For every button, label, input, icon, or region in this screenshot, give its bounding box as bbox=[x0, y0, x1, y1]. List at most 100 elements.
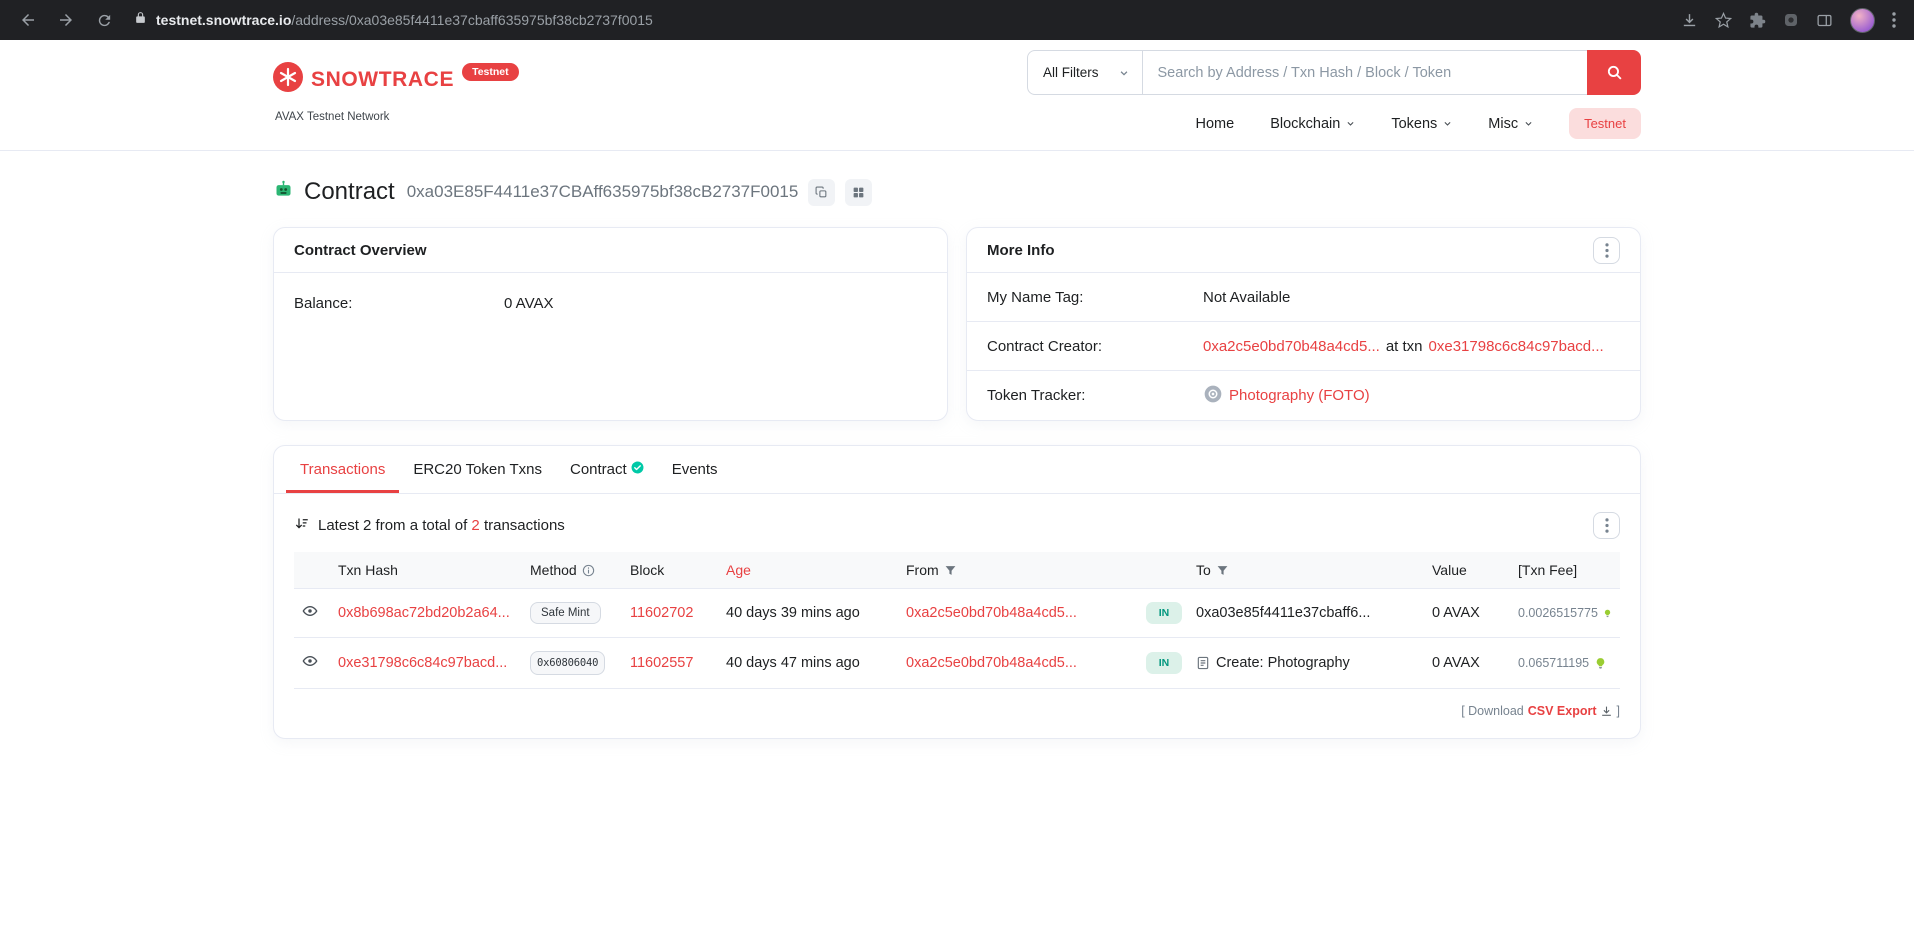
to-address: 0xa03e85f4411e37cbaff6... bbox=[1196, 605, 1370, 621]
balance-row: Balance: 0 AVAX bbox=[294, 295, 927, 312]
value-cell: 0 AVAX bbox=[1432, 605, 1480, 621]
browser-menu-icon[interactable] bbox=[1892, 12, 1896, 28]
csv-export-link[interactable]: CSV Export bbox=[1528, 704, 1613, 718]
browser-back-icon[interactable] bbox=[14, 6, 42, 34]
block-link[interactable]: 11602702 bbox=[630, 605, 693, 621]
txn-fee: 0.0026515775 bbox=[1518, 606, 1598, 620]
age-value: 40 days 47 mins ago bbox=[726, 655, 860, 671]
value-cell: 0 AVAX bbox=[1432, 655, 1480, 671]
browser-forward-icon[interactable] bbox=[52, 6, 80, 34]
col-to: To bbox=[1188, 552, 1424, 589]
kebab-menu-icon bbox=[1605, 243, 1609, 258]
txn-hash-link[interactable]: 0x8b698ac72bd20b2a64... bbox=[338, 605, 510, 621]
snowtrace-logo-icon bbox=[273, 62, 303, 97]
table-menu-button[interactable] bbox=[1593, 512, 1620, 539]
col-txn-fee: [Txn Fee] bbox=[1510, 552, 1620, 589]
filter-icon[interactable] bbox=[1216, 564, 1229, 577]
method-badge: 0x60806040 bbox=[530, 651, 605, 675]
contract-creator-row: Contract Creator: 0xa2c5e0bd70b48a4cd5..… bbox=[967, 322, 1640, 371]
url-path: /address/0xa03e85f4411e37cbaff635975bf38… bbox=[291, 12, 652, 28]
tab-erc20-token-txns[interactable]: ERC20 Token Txns bbox=[399, 446, 556, 493]
preview-txn-button[interactable] bbox=[302, 603, 318, 619]
bookmark-star-icon[interactable] bbox=[1715, 12, 1732, 29]
age-value: 40 days 39 mins ago bbox=[726, 605, 860, 621]
creator-address-link[interactable]: 0xa2c5e0bd70b48a4cd5... bbox=[1203, 338, 1380, 355]
transactions-card: Transactions ERC20 Token Txns Contract E… bbox=[273, 445, 1641, 739]
extension-icon-2[interactable] bbox=[1783, 12, 1799, 28]
testnet-network-button[interactable]: Testnet bbox=[1569, 108, 1641, 139]
search-bar: All Filters bbox=[1027, 50, 1641, 95]
copy-icon bbox=[815, 186, 828, 199]
contract-doc-icon bbox=[1196, 656, 1210, 670]
eye-icon bbox=[302, 603, 318, 619]
table-row: 0x8b698ac72bd20b2a64... Safe Mint 116027… bbox=[294, 589, 1620, 638]
col-block: Block bbox=[622, 552, 718, 589]
browser-reload-icon[interactable] bbox=[90, 6, 118, 34]
from-address-link[interactable]: 0xa2c5e0bd70b48a4cd5... bbox=[906, 655, 1077, 671]
address-bar[interactable]: testnet.snowtrace.io/address/0xa03e85f44… bbox=[134, 11, 1681, 29]
profile-avatar[interactable] bbox=[1850, 8, 1875, 33]
search-button[interactable] bbox=[1587, 50, 1641, 95]
chevron-down-icon bbox=[1524, 119, 1533, 128]
contract-creator-label: Contract Creator: bbox=[987, 338, 1203, 355]
side-panel-icon[interactable] bbox=[1816, 12, 1833, 29]
txn-fee: 0.065711195 bbox=[1518, 656, 1589, 670]
from-address-link[interactable]: 0xa2c5e0bd70b48a4cd5... bbox=[906, 605, 1077, 621]
all-filters-select[interactable]: All Filters bbox=[1027, 50, 1143, 95]
nav-item-misc[interactable]: Misc bbox=[1488, 116, 1533, 132]
main-content: Contract 0xa03E85F4411e37CBAff635975bf38… bbox=[273, 178, 1641, 739]
preview-txn-button[interactable] bbox=[302, 653, 318, 669]
more-info-card-title: More Info bbox=[987, 242, 1055, 259]
method-badge: Safe Mint bbox=[530, 602, 601, 624]
page-title: Contract bbox=[304, 178, 395, 206]
eye-icon bbox=[302, 653, 318, 669]
gas-bulb-icon bbox=[1603, 607, 1612, 620]
extension-icon-1[interactable] bbox=[1749, 12, 1766, 29]
brand-testnet-badge: Testnet bbox=[462, 63, 519, 81]
tx-summary-text: Latest 2 from a total of 2 transactions bbox=[318, 517, 565, 534]
token-tracker-link[interactable]: Photography (FOTO) bbox=[1229, 387, 1370, 404]
tab-bar: Transactions ERC20 Token Txns Contract E… bbox=[274, 446, 1640, 494]
filter-icon[interactable] bbox=[944, 564, 957, 577]
to-contract-name: Create: Photography bbox=[1216, 655, 1350, 671]
url-domain: testnet.snowtrace.io bbox=[156, 12, 291, 28]
tab-events[interactable]: Events bbox=[658, 446, 732, 493]
txn-hash-link[interactable]: 0xe31798c6c84c97bacd... bbox=[338, 655, 507, 671]
nav-item-tokens[interactable]: Tokens bbox=[1391, 116, 1452, 132]
tab-transactions[interactable]: Transactions bbox=[286, 446, 399, 493]
token-tracker-label: Token Tracker: bbox=[987, 387, 1203, 404]
grid-icon bbox=[852, 186, 865, 199]
browser-chrome: testnet.snowtrace.io/address/0xa03e85f44… bbox=[0, 0, 1914, 40]
col-preview bbox=[294, 552, 330, 589]
contract-icon bbox=[273, 179, 294, 205]
search-icon bbox=[1606, 64, 1623, 81]
gas-bulb-icon bbox=[1594, 657, 1607, 670]
creation-txn-link[interactable]: 0xe31798c6c84c97bacd... bbox=[1429, 338, 1604, 355]
copy-address-button[interactable] bbox=[808, 179, 835, 206]
nav-item-home[interactable]: Home bbox=[1196, 116, 1235, 132]
col-from: From bbox=[898, 552, 1138, 589]
tab-contract[interactable]: Contract bbox=[556, 446, 658, 493]
csv-suffix: ] bbox=[1617, 704, 1620, 718]
chevron-down-icon bbox=[1443, 119, 1452, 128]
more-info-menu-button[interactable] bbox=[1593, 237, 1620, 264]
block-link[interactable]: 11602557 bbox=[630, 655, 693, 671]
more-info-card: More Info My Name Tag: Not Available Con… bbox=[966, 227, 1641, 421]
sort-icon[interactable] bbox=[294, 516, 309, 535]
col-txn-hash: Txn Hash bbox=[330, 552, 522, 589]
age-sort-link[interactable]: Age bbox=[726, 562, 751, 578]
download-icon[interactable] bbox=[1681, 12, 1698, 29]
chevron-down-icon bbox=[1346, 119, 1355, 128]
all-filters-label: All Filters bbox=[1043, 65, 1099, 80]
overview-card-title: Contract Overview bbox=[294, 242, 427, 259]
col-method: Method bbox=[522, 552, 622, 589]
info-icon[interactable] bbox=[582, 564, 595, 577]
search-input[interactable] bbox=[1143, 50, 1587, 95]
snowtrace-logo[interactable]: SNOWTRACE Testnet bbox=[273, 62, 519, 97]
name-tag-label: My Name Tag: bbox=[987, 289, 1203, 306]
col-age: Age bbox=[718, 552, 898, 589]
network-label: AVAX Testnet Network bbox=[275, 111, 519, 123]
nav-item-blockchain[interactable]: Blockchain bbox=[1270, 116, 1355, 132]
apps-grid-button[interactable] bbox=[845, 179, 872, 206]
brand-wordmark: SNOWTRACE bbox=[311, 68, 454, 92]
